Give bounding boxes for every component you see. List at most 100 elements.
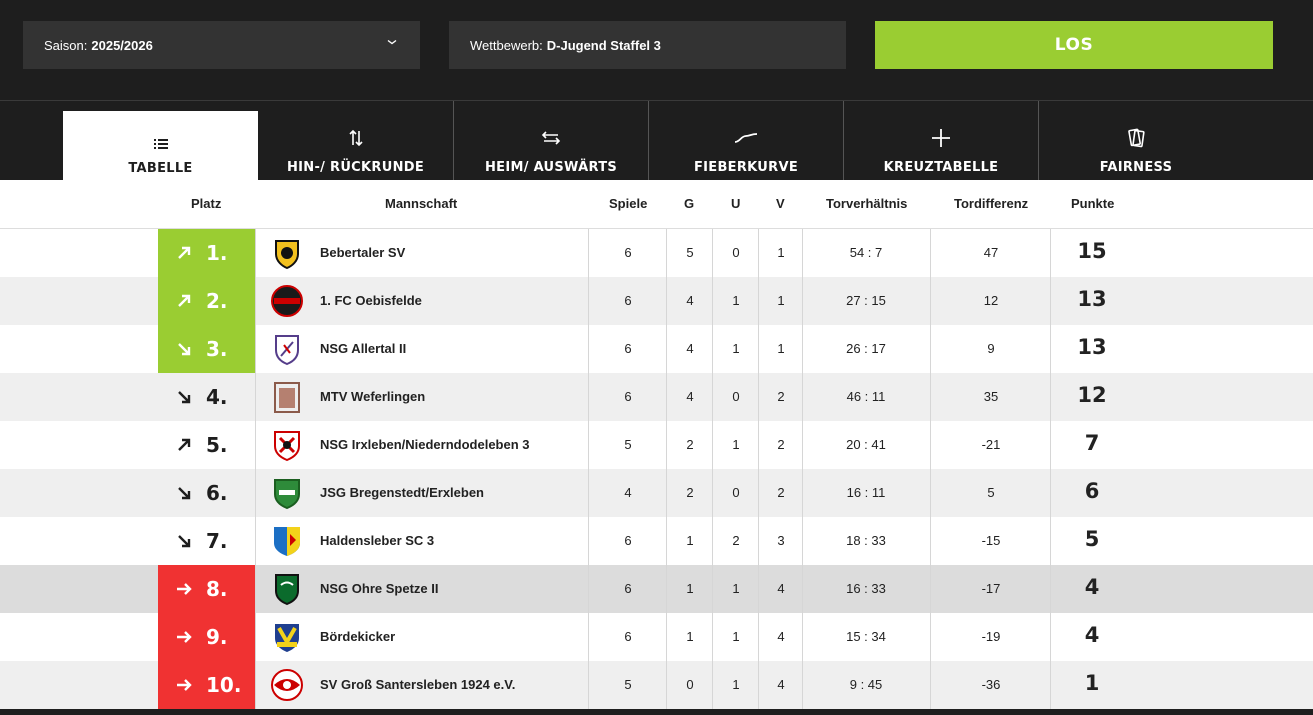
table-row[interactable]: 8. NSG Ohre Spetze II 6 1 1 4 16 : 33 -17 4 [0, 565, 1313, 613]
tab-tabelle[interactable]: TABELLE [63, 111, 258, 181]
column-divider [758, 517, 759, 565]
column-divider [588, 565, 589, 613]
column-divider [930, 565, 931, 613]
column-divider [666, 565, 667, 613]
team-name-nsg-allertal-ii[interactable]: NSG Allertal II [320, 341, 406, 356]
cell-diff: 47 [983, 245, 999, 260]
cell-tore: 27 : 15 [846, 293, 886, 308]
column-divider [588, 373, 589, 421]
table-row[interactable]: 4. MTV Weferlingen 6 4 0 2 46 : 11 35 12 [0, 373, 1313, 421]
column-divider [802, 661, 803, 709]
tab-fieberkurve[interactable]: FIEBERKURVE [648, 101, 843, 181]
table-row[interactable]: 9. Bördekicker 6 1 1 4 15 : 34 -19 4 [0, 613, 1313, 661]
column-divider [1050, 229, 1051, 277]
tab-hin-rueckrunde[interactable]: HIN-/ RÜCKRUNDE [258, 101, 453, 181]
column-divider [1050, 325, 1051, 373]
cell-g: 0 [686, 677, 694, 692]
position: 4. [206, 385, 228, 409]
team-logo [270, 524, 304, 558]
los-button[interactable]: LOS [875, 21, 1273, 69]
cell-v: 4 [777, 677, 785, 692]
team-name-sv-gro-santersleben-1924-e-v[interactable]: SV Groß Santersleben 1924 e.V. [320, 677, 515, 692]
col-platz: Platz [191, 196, 222, 211]
cell-punkte: 4 [1084, 623, 1100, 647]
tab-kreuztabelle[interactable]: KREUZTABELLE [843, 101, 1038, 181]
chevron-down-icon [386, 35, 398, 51]
cell-tore: 16 : 11 [846, 485, 886, 500]
wettbewerb-value: D-Jugend Staffel 3 [546, 37, 661, 53]
column-divider [758, 229, 759, 277]
column-divider [712, 325, 713, 373]
table-row[interactable]: 10. SV Groß Santersleben 1924 e.V. 5 0 1 4 9 :… [0, 661, 1313, 709]
team-name-haldensleber-sc-3[interactable]: Haldensleber SC 3 [320, 533, 434, 548]
team-name-bebertaler-sv[interactable]: Bebertaler SV [320, 245, 405, 260]
table-row[interactable]: 3. NSG Allertal II 6 4 1 1 26 : 17 9 13 [0, 325, 1313, 373]
cell-g: 1 [686, 533, 694, 548]
position: 3. [206, 337, 228, 361]
platz-cell: 7. [158, 517, 255, 565]
column-divider [255, 517, 256, 565]
team-logo [270, 332, 304, 366]
trend-down-icon [174, 387, 194, 407]
team-name-nsg-ohre-spetze-ii[interactable]: NSG Ohre Spetze II [320, 581, 438, 596]
column-divider [255, 613, 256, 661]
team-name-1-fc-oebisfelde[interactable]: 1. FC Oebisfelde [320, 293, 422, 308]
cell-v: 2 [777, 389, 785, 404]
cell-u: 2 [732, 533, 740, 548]
cell-tore: 54 : 7 [849, 245, 883, 260]
table-row[interactable]: 7. Haldensleber SC 3 6 1 2 3 18 : 33 -15 5 [0, 517, 1313, 565]
team-name-mtv-weferlingen[interactable]: MTV Weferlingen [320, 389, 425, 404]
cell-g: 4 [686, 341, 694, 356]
team-name-nsg-irxleben-niederndodeleben-3[interactable]: NSG Irxleben/Niederndodeleben 3 [320, 437, 530, 452]
tab-label: HEIM/ AUSWÄRTS [484, 160, 618, 175]
saison-select[interactable]: Saison: 2025/2026 [23, 21, 420, 69]
column-divider [588, 325, 589, 373]
cell-diff: 35 [983, 389, 999, 404]
trend-right-icon [174, 579, 194, 599]
cell-u: 1 [732, 677, 740, 692]
table-row[interactable]: 5. NSG Irxleben/Niederndodeleben 3 5 2 1 2 20 … [0, 421, 1313, 469]
tab-bar: TABELLE HIN-/ RÜCKRUNDE HEIM/ AUSWÄRTS F… [0, 100, 1313, 181]
cell-v: 2 [777, 485, 785, 500]
col-u: U [731, 196, 741, 211]
tab-heim-auswaerts[interactable]: HEIM/ AUSWÄRTS [453, 101, 648, 181]
column-divider [1050, 469, 1051, 517]
platz-cell: 4. [158, 373, 255, 421]
cell-diff: -21 [981, 437, 1001, 452]
table-row[interactable]: 2. 1. FC Oebisfelde 6 4 1 1 27 : 15 12 13 [0, 277, 1313, 325]
cell-v: 3 [777, 533, 785, 548]
col-mannschaft: Mannschaft [385, 196, 458, 211]
cell-v: 2 [777, 437, 785, 452]
trend-up-icon [174, 435, 194, 455]
saison-value: 2025/2026 [91, 37, 153, 53]
col-g: G [684, 196, 695, 211]
cell-v: 1 [777, 245, 785, 260]
column-divider [255, 229, 256, 277]
cell-tore: 9 : 45 [849, 677, 883, 692]
cell-v: 4 [777, 629, 785, 644]
col-tordifferenz: Tordifferenz [954, 196, 1029, 211]
column-divider [712, 661, 713, 709]
column-divider [1050, 517, 1051, 565]
col-punkte: Punkte [1071, 196, 1115, 211]
tab-fairness[interactable]: FAIRNESS [1038, 101, 1233, 181]
cell-diff: 9 [987, 341, 995, 356]
trend-right-icon [174, 675, 194, 695]
column-divider [712, 373, 713, 421]
team-name-jsg-bregenstedt-erxleben[interactable]: JSG Bregenstedt/Erxleben [320, 485, 484, 500]
plus-icon [844, 127, 1038, 149]
table-row[interactable]: 6. JSG Bregenstedt/Erxleben 4 2 0 2 16 : 11 5 6 [0, 469, 1313, 517]
cell-spiele: 6 [624, 341, 632, 356]
column-divider [802, 325, 803, 373]
position: 5. [206, 433, 228, 457]
cell-spiele: 6 [624, 533, 632, 548]
table-row[interactable]: 1. Bebertaler SV 6 5 0 1 54 : 7 47 15 [0, 229, 1313, 277]
team-logo [270, 572, 304, 606]
team-logo [270, 620, 304, 654]
team-name-b-rdekicker[interactable]: Bördekicker [320, 629, 395, 644]
column-divider [588, 421, 589, 469]
cell-punkte: 13 [1077, 287, 1107, 311]
cell-spiele: 6 [624, 293, 632, 308]
table-header: Platz Mannschaft Spiele G U V Torverhält… [0, 180, 1313, 229]
wettbewerb-select[interactable]: Wettbewerb: D-Jugend Staffel 3 [449, 21, 846, 69]
